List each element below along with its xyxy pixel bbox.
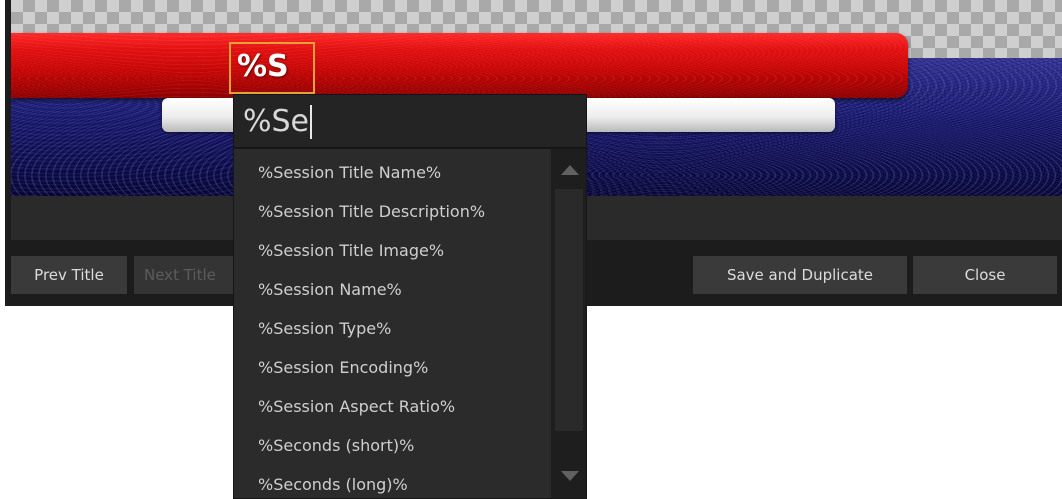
triangle-down-icon[interactable] (561, 471, 579, 481)
autocomplete-item[interactable]: %Seconds (short)% (234, 426, 552, 465)
autocomplete-query: %Se (243, 104, 310, 139)
autocomplete-item[interactable]: %Seconds (long)% (234, 465, 552, 498)
autocomplete-scrollbar[interactable] (551, 149, 586, 498)
autocomplete-item[interactable]: %Session Title Image% (234, 231, 552, 270)
save-and-duplicate-button[interactable]: Save and Duplicate (693, 256, 907, 294)
close-button[interactable]: Close (913, 256, 1057, 294)
autocomplete-item[interactable]: %Session Type% (234, 309, 552, 348)
next-title-button: Next Title (134, 256, 234, 294)
text-caret (310, 105, 313, 139)
red-title-bar (11, 33, 908, 98)
autocomplete-item[interactable]: %Session Aspect Ratio% (234, 387, 552, 426)
autocomplete-list[interactable]: %Session Title Name% %Session Title Desc… (233, 148, 587, 499)
autocomplete-input[interactable]: %Se (233, 94, 587, 148)
title-text-box[interactable]: %S (229, 42, 315, 94)
title-editor-app: %S Prev Title Next Title Save and Duplic… (0, 0, 1062, 499)
prev-title-button[interactable]: Prev Title (11, 256, 127, 294)
autocomplete-item[interactable]: %Session Encoding% (234, 348, 552, 387)
autocomplete-item[interactable]: %Session Title Description% (234, 192, 552, 231)
scrollbar-thumb[interactable] (555, 189, 583, 431)
triangle-up-icon[interactable] (561, 165, 579, 175)
autocomplete-item[interactable]: %Session Name% (234, 270, 552, 309)
autocomplete-item[interactable]: %Session Title Name% (234, 153, 552, 192)
